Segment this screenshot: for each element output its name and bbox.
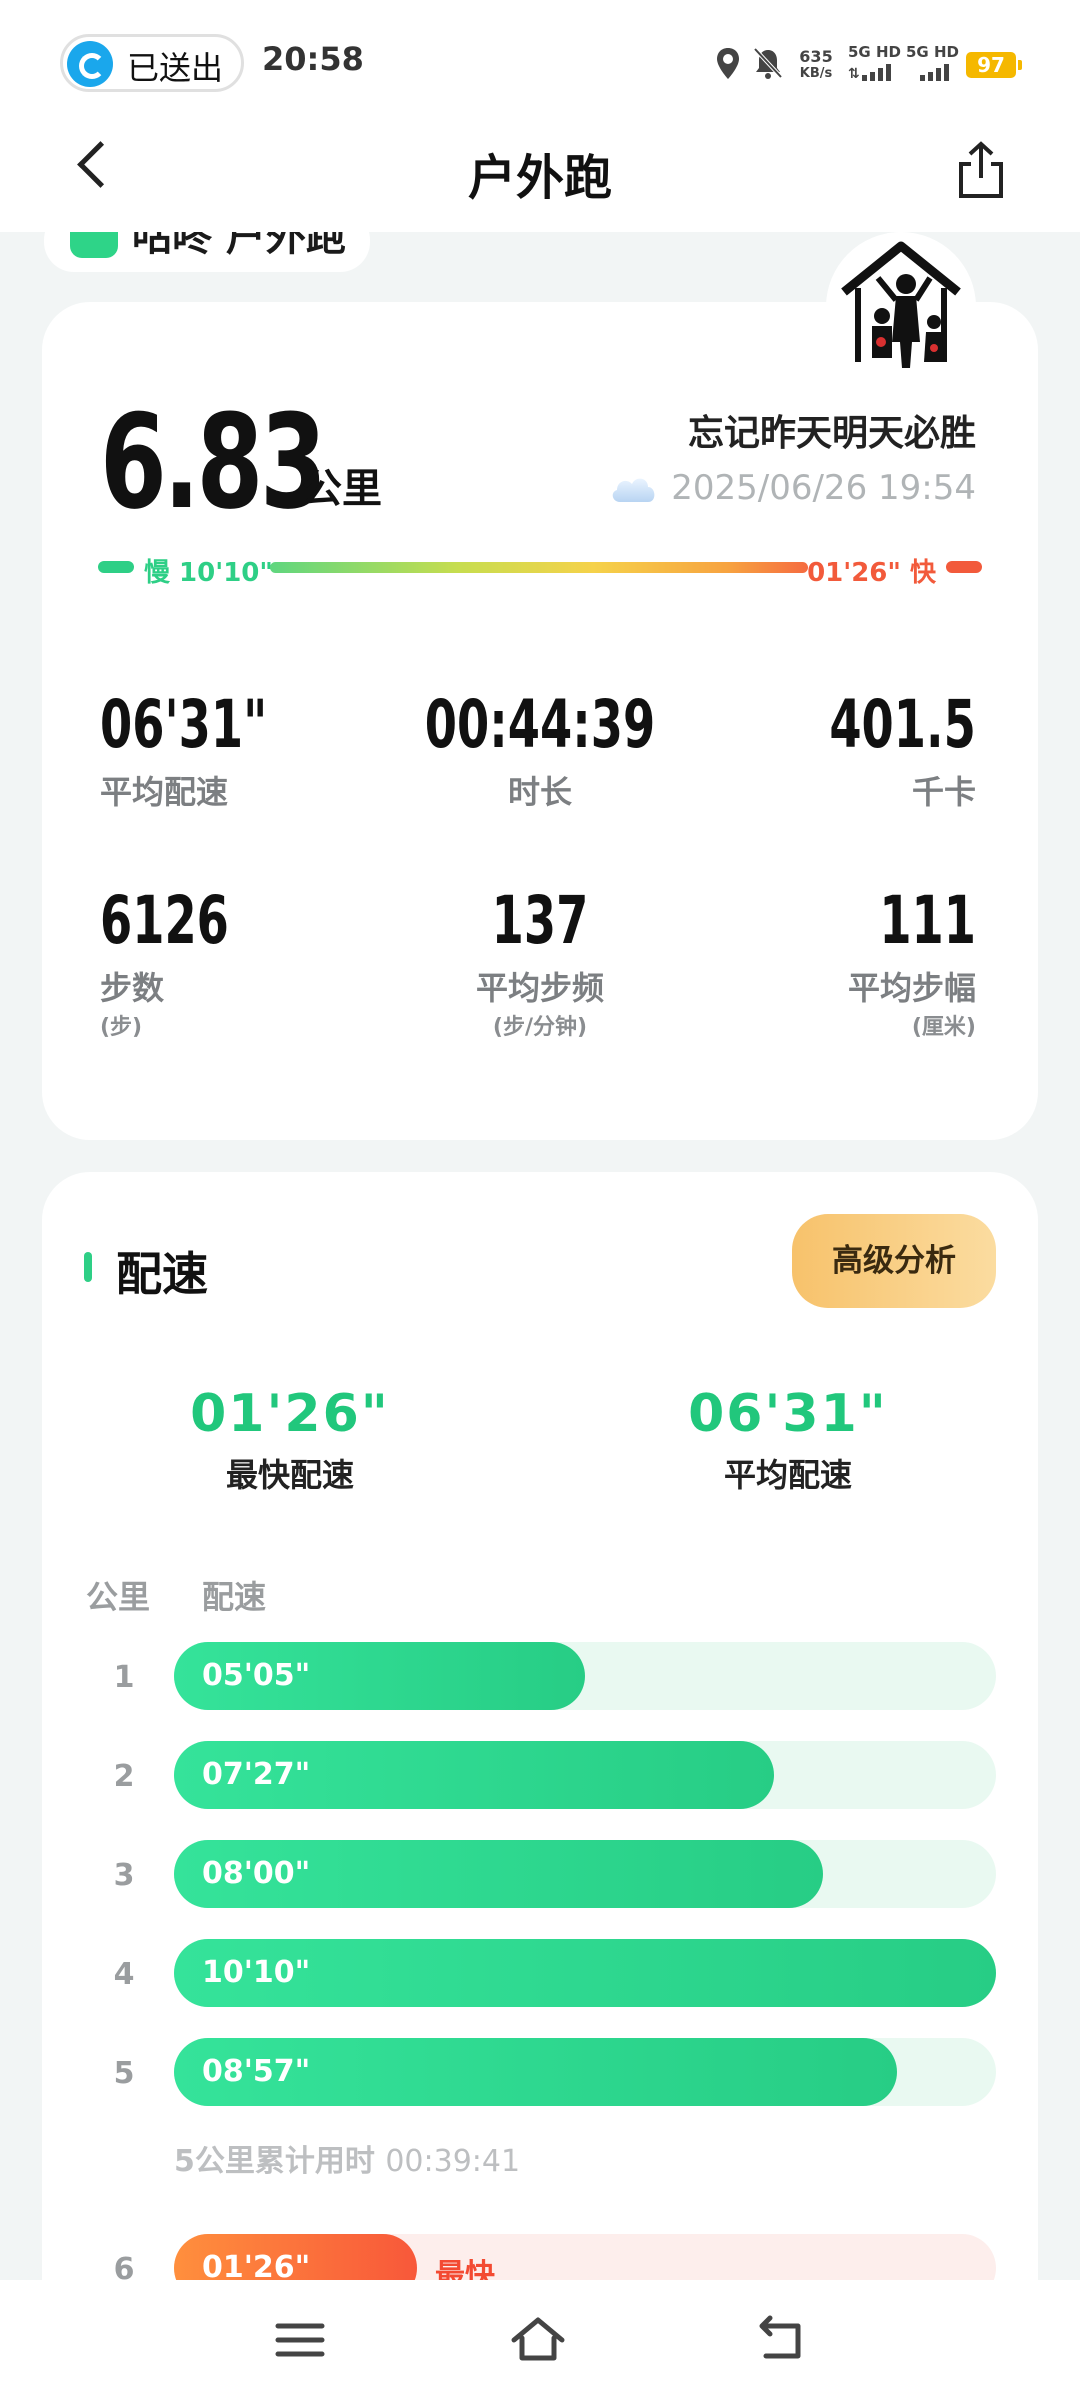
stat-value: 6126 <box>100 882 229 959</box>
signal-2: 5G HD <box>906 44 959 85</box>
section-accent-bar <box>84 1252 92 1282</box>
cloud-icon <box>612 478 655 502</box>
distance-value: 6.83 <box>100 386 327 538</box>
pace-bar-value: 07'27" <box>202 1757 311 1792</box>
cumulative-value: 00:39:41 <box>385 2144 521 2179</box>
net-speed: 635 KB/s <box>798 48 834 82</box>
fastest-pace-value: 01'26" <box>190 1384 390 1444</box>
stat-label: 平均步频 <box>475 969 604 1007</box>
stat-label: 千卡 <box>911 773 976 811</box>
pace-row-km: 5 <box>113 2056 135 2091</box>
back-icon[interactable] <box>750 2310 810 2370</box>
stat-cadence: 137 平均步频 (步/分钟) <box>340 882 740 1041</box>
pace-bar-fill: 08'57" <box>174 2038 897 2106</box>
pace-row[interactable]: 08'57" <box>174 2038 996 2106</box>
stat-value: 401.5 <box>829 686 976 763</box>
signal-bars-icon <box>920 64 949 81</box>
stat-value: 111 <box>879 882 976 959</box>
net-speed-unit: KB/s <box>799 66 833 81</box>
pace-row[interactable]: 05'05" <box>174 1642 996 1710</box>
average-pace-label: 平均配速 <box>723 1456 852 1494</box>
sent-indicator[interactable]: 已送出 <box>60 34 244 92</box>
column-header-km: 公里 <box>86 1578 151 1616</box>
activity-datetime: 2025/06/26 19:54 <box>671 468 976 508</box>
location-icon <box>717 48 739 79</box>
average-pace-value: 06'31" <box>688 1384 888 1444</box>
stat-unit: (步/分钟) <box>492 1015 588 1040</box>
fastest-pace-summary: 01'26" 最快配速 <box>140 1384 440 1496</box>
user-avatar[interactable] <box>826 232 976 382</box>
pace-bar-value: 08'00" <box>202 1856 311 1891</box>
stat-calories: 401.5 千卡 <box>788 686 976 813</box>
page-title-overlay: 户外跑 <box>467 150 612 206</box>
net-speed-value: 635 <box>799 47 833 66</box>
stat-value: 06'31" <box>100 686 268 763</box>
pace-section-title: 配速 <box>116 1247 208 1301</box>
fastest-pace-label: 最快配速 <box>225 1456 354 1494</box>
pace-row[interactable]: 08'00" <box>174 1840 996 1908</box>
stat-avg-pace: 06'31" 平均配速 <box>100 686 314 813</box>
signal-2-label: 5G HD <box>906 43 959 61</box>
pace-bar-value: 10'10" <box>202 1955 311 1990</box>
stat-label: 平均步幅 <box>847 969 976 1007</box>
pace-bar-fill: 05'05" <box>174 1642 585 1710</box>
stat-steps: 6126 步数 (步) <box>100 882 265 1041</box>
distance-unit: 公里 <box>302 466 382 512</box>
column-header-pace: 配速 <box>202 1578 267 1616</box>
signal-bars-icon: ⇅ <box>848 64 891 82</box>
stat-label: 平均配速 <box>100 773 229 811</box>
signal-1-label: 5G HD <box>848 43 901 61</box>
cumulative-time: 5公里累计用时 00:39:41 <box>174 2136 520 2180</box>
stat-label: 时长 <box>507 773 572 811</box>
pace-row-km: 3 <box>113 1858 135 1893</box>
pace-bar-fill: 10'10" <box>174 1939 996 2007</box>
pace-row-km: 4 <box>113 1957 135 1992</box>
pace-row-km: 1 <box>113 1660 135 1695</box>
stat-value: 137 <box>491 882 589 959</box>
stat-duration: 00:44:39 时长 <box>340 686 740 813</box>
pace-bar-fill: 07'27" <box>174 1741 774 1809</box>
stat-unit: (厘米) <box>911 1015 976 1040</box>
menu-icon[interactable] <box>270 2310 330 2370</box>
share-icon[interactable] <box>955 140 1007 200</box>
pace-scale-fast-label: 01'26" 快 <box>807 558 936 588</box>
pace-scale-gradient <box>270 562 808 573</box>
pace-scale-slow-cap <box>98 561 134 573</box>
pace-scale-slow-label: 慢 10'10" <box>144 558 273 588</box>
cumulative-label: 5公里累计用时 <box>174 2144 375 2179</box>
pace-row[interactable]: 10'10" <box>174 1939 996 2007</box>
stat-stride: 111 平均步幅 (厘米) <box>848 882 976 1041</box>
app-logo-icon <box>67 41 113 87</box>
battery-indicator: 97 <box>966 52 1022 78</box>
user-motto: 忘记昨天明天必胜 <box>687 413 976 454</box>
average-pace-summary: 06'31" 平均配速 <box>638 1384 938 1496</box>
home-icon[interactable] <box>508 2310 568 2370</box>
svg-text:⇅: ⇅ <box>848 66 860 81</box>
pace-bar-value: 08'57" <box>202 2054 311 2089</box>
advanced-analysis-button[interactable]: 高级分析 <box>792 1214 996 1308</box>
pace-bar-value: 05'05" <box>202 1658 311 1693</box>
mute-icon <box>753 47 783 79</box>
pace-scale: 慢 10'10" 01'26" 快 <box>98 552 982 588</box>
stat-unit: (步) <box>100 1015 143 1040</box>
stat-value: 00:44:39 <box>424 686 656 763</box>
status-time: 20:58 <box>262 40 364 78</box>
pace-row[interactable]: 07'27" <box>174 1741 996 1809</box>
signal-1: 5G HD ⇅ <box>848 44 901 85</box>
pace-scale-fast-cap <box>946 561 982 573</box>
sent-label: 已送出 <box>127 49 224 87</box>
pace-row-km: 2 <box>113 1759 135 1794</box>
stat-label: 步数 <box>100 969 165 1007</box>
pace-bar-fill: 08'00" <box>174 1840 823 1908</box>
